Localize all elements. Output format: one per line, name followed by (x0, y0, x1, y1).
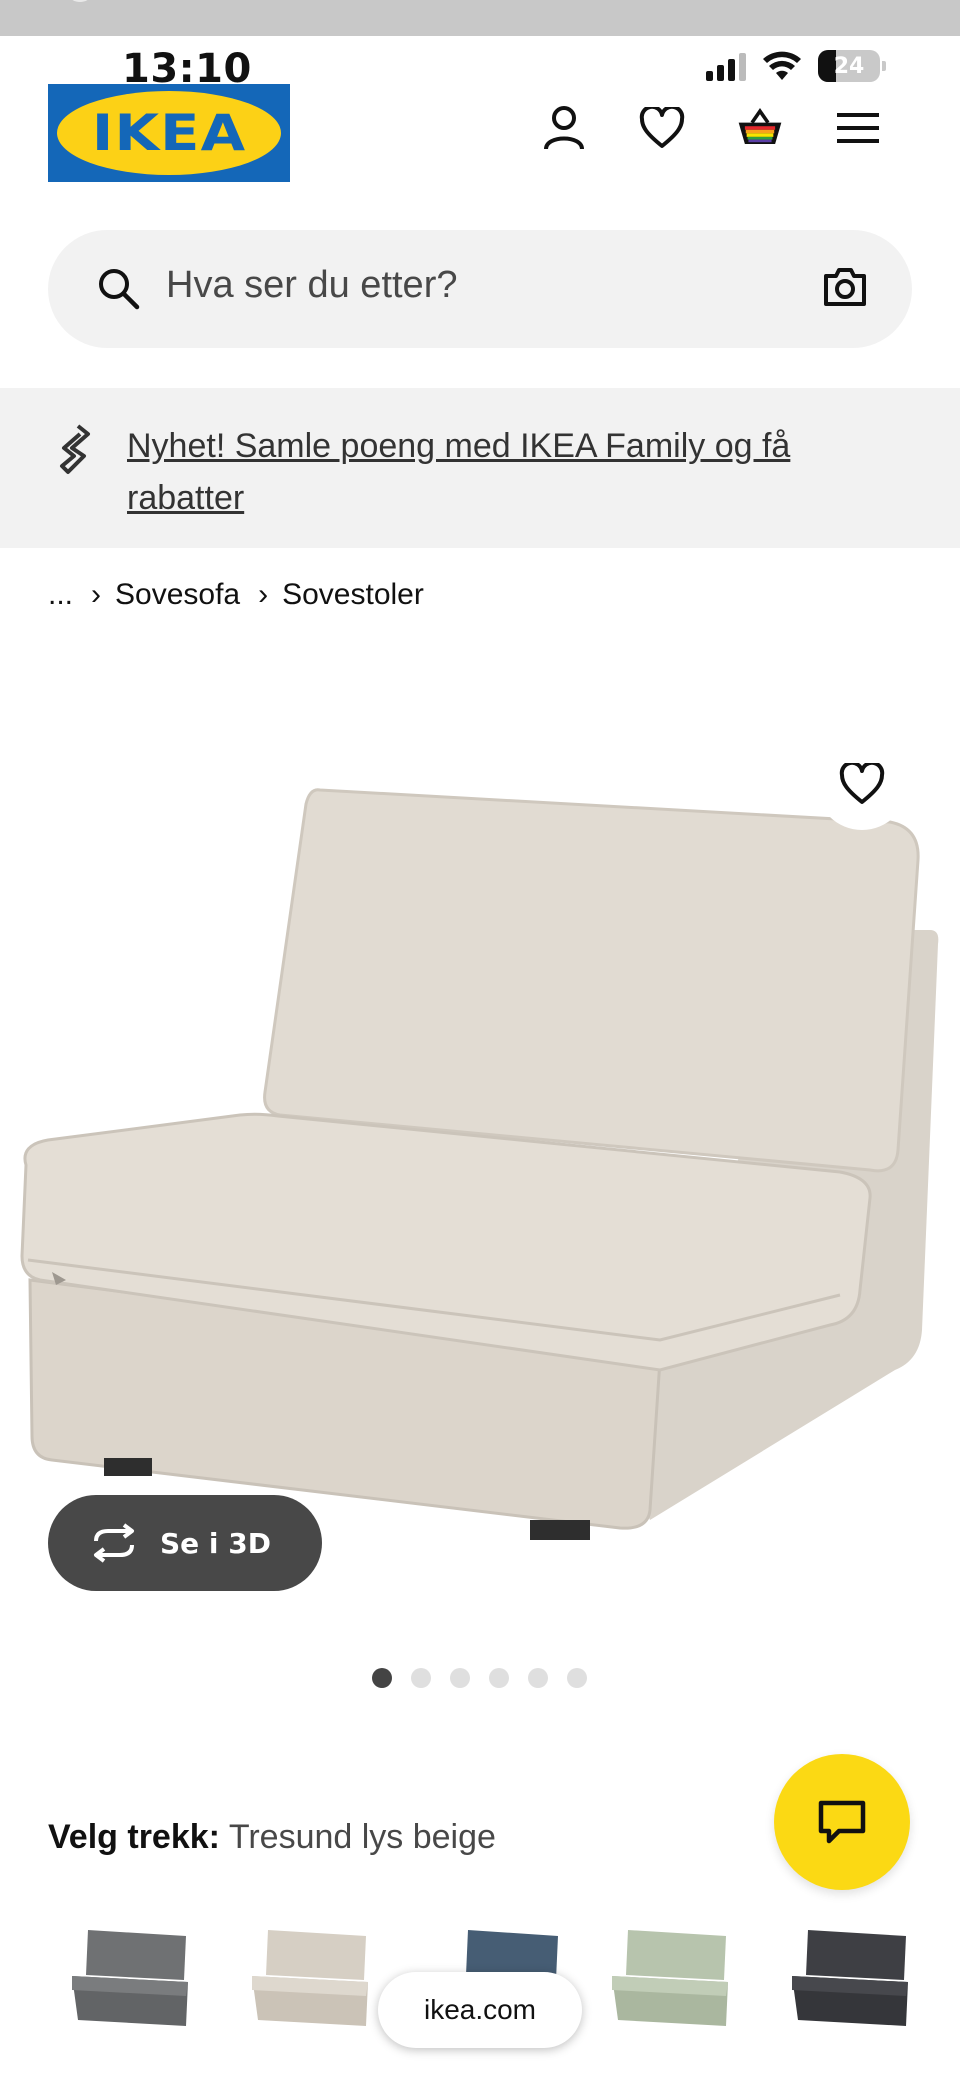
status-time: 13:10 (122, 46, 252, 92)
chevron-right-icon: › (91, 578, 102, 611)
promo-banner[interactable]: Nyhet! Samle poeng med IKEA Family og få… (0, 388, 960, 548)
header-actions (540, 104, 882, 152)
view-3d-label: Se i 3D (160, 1526, 271, 1560)
carousel-dot[interactable] (411, 1668, 431, 1688)
breadcrumb-ellipsis[interactable]: ... (48, 578, 73, 612)
search-icon (99, 269, 140, 310)
browser-top-edge (0, 0, 960, 36)
breadcrumb-sovesofa[interactable]: Sovesofa (115, 578, 240, 612)
ikea-logo[interactable]: IKEA (48, 84, 290, 182)
breadcrumb-sovestoler[interactable]: Sovestoler (282, 578, 424, 612)
favorite-button[interactable] (816, 738, 908, 830)
promo-link[interactable]: Nyhet! Samle poeng med IKEA Family og få… (127, 420, 907, 524)
rotate-3d-icon (94, 1523, 134, 1563)
image-carousel-dots (372, 1668, 587, 1688)
cover-label: Velg trekk: (48, 1818, 220, 1856)
chevron-right-icon: › (258, 578, 269, 611)
chat-button[interactable] (774, 1754, 910, 1890)
swatch-item[interactable] (68, 1920, 202, 2038)
battery-level: 24 (833, 53, 865, 79)
browser-url-pill[interactable]: ikea.com (378, 1972, 582, 2048)
user-icon[interactable] (540, 104, 588, 152)
heart-icon (839, 763, 885, 804)
cellular-signal-icon (706, 51, 746, 81)
search-bar[interactable]: Hva ser du etter? (48, 230, 912, 348)
carousel-dot[interactable] (567, 1668, 587, 1688)
search-input[interactable]: Hva ser du etter? (166, 264, 457, 307)
wifi-icon (763, 51, 801, 80)
swatch-item[interactable] (248, 1920, 382, 2038)
chat-icon (818, 1800, 866, 1844)
swatch-item[interactable] (788, 1920, 922, 2038)
carousel-dot[interactable] (372, 1668, 392, 1688)
battery-icon: 24 (818, 50, 886, 82)
view-3d-button[interactable]: Se i 3D (48, 1495, 322, 1591)
cover-selection: Velg trekk: Tresund lys beige (48, 1818, 496, 1857)
ikea-family-icon (60, 424, 90, 474)
shopping-bag-icon[interactable] (736, 104, 784, 152)
heart-icon[interactable] (638, 104, 686, 152)
menu-icon[interactable] (834, 104, 882, 152)
carousel-dot[interactable] (450, 1668, 470, 1688)
carousel-dot[interactable] (528, 1668, 548, 1688)
carousel-dot[interactable] (489, 1668, 509, 1688)
logo-text: IKEA (91, 104, 247, 162)
camera-icon[interactable] (822, 266, 868, 308)
swatch-item[interactable] (608, 1920, 742, 2038)
cover-value: Tresund lys beige (228, 1818, 496, 1856)
breadcrumb: ... › Sovesofa › Sovestoler (48, 578, 424, 612)
status-icons: 24 (706, 50, 886, 82)
